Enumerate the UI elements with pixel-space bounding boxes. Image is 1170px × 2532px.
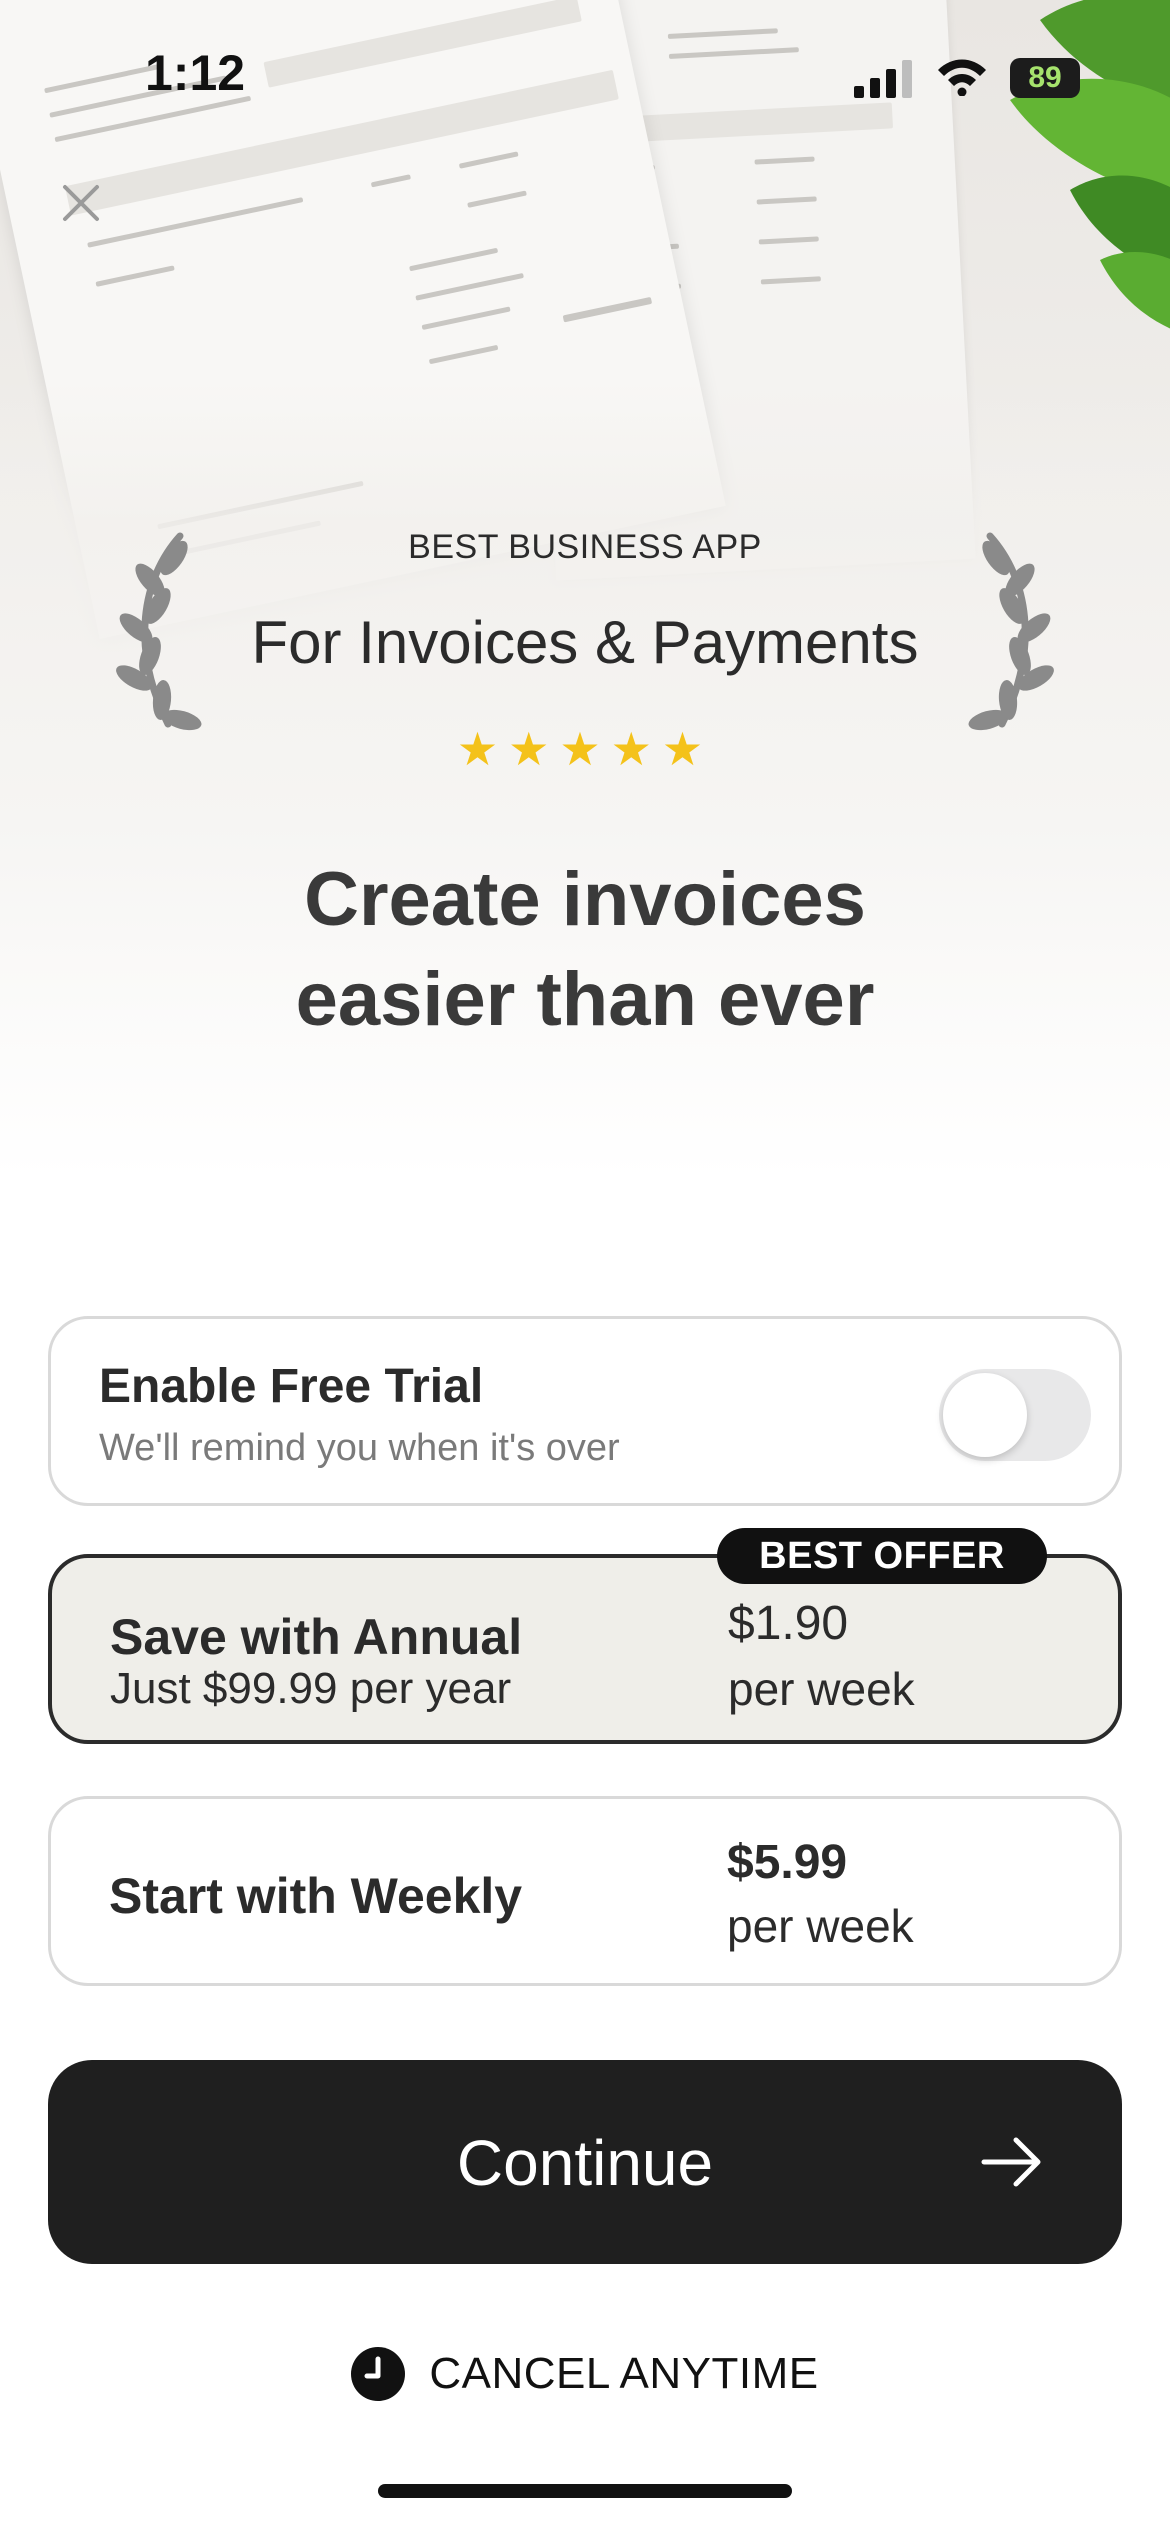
status-time: 1:12 — [145, 45, 246, 101]
continue-button[interactable]: Continue — [48, 2060, 1122, 2264]
battery-indicator: 89 — [1010, 58, 1080, 98]
annual-plan-price: $1.90 — [728, 1597, 849, 1650]
wifi-icon — [938, 59, 986, 96]
free-trial-title: Enable Free Trial — [99, 1360, 484, 1413]
cancel-anytime-row: CANCEL ANYTIME — [0, 2344, 1170, 2404]
close-icon[interactable] — [60, 182, 102, 224]
continue-label: Continue — [456, 2127, 714, 2199]
headline-line-2: easier than ever — [295, 957, 875, 1042]
headline: Create invoices easier than ever — [0, 850, 1170, 1050]
free-trial-subtitle: We'll remind you when it's over — [99, 1427, 620, 1469]
toggle-knob — [943, 1373, 1027, 1457]
cellular-signal-icon — [854, 60, 912, 98]
annual-plan-note: Just $99.99 per year — [110, 1664, 512, 1713]
status-bar: 1:12 89 — [0, 0, 1170, 150]
home-indicator[interactable] — [378, 2484, 792, 2498]
headline-line-1: Create invoices — [304, 857, 866, 942]
clock-icon — [351, 2347, 406, 2401]
annual-plan-name: Save with Annual — [110, 1609, 523, 1665]
weekly-plan-unit: per week — [727, 1900, 914, 1952]
weekly-plan-card[interactable]: Start with Weekly $5.99 per week — [48, 1796, 1122, 1986]
weekly-plan-price: $5.99 — [727, 1836, 848, 1889]
annual-plan-card[interactable]: BEST OFFER Save with Annual Just $99.99 … — [48, 1528, 1122, 1744]
award-title: For Invoices & Payments — [251, 609, 919, 676]
weekly-plan-name: Start with Weekly — [109, 1868, 523, 1924]
cancel-anytime-label: CANCEL ANYTIME — [429, 2349, 819, 2398]
best-offer-badge: BEST OFFER — [717, 1528, 1047, 1584]
free-trial-card[interactable]: Enable Free Trial We'll remind you when … — [48, 1316, 1122, 1506]
star-rating: ★★★★★ — [456, 723, 714, 775]
award-kicker: BEST BUSINESS APP — [408, 528, 762, 566]
hero-fade — [0, 380, 1170, 1180]
free-trial-toggle[interactable] — [939, 1369, 1091, 1461]
arrow-right-icon — [981, 2137, 1041, 2187]
annual-plan-unit: per week — [728, 1663, 915, 1715]
